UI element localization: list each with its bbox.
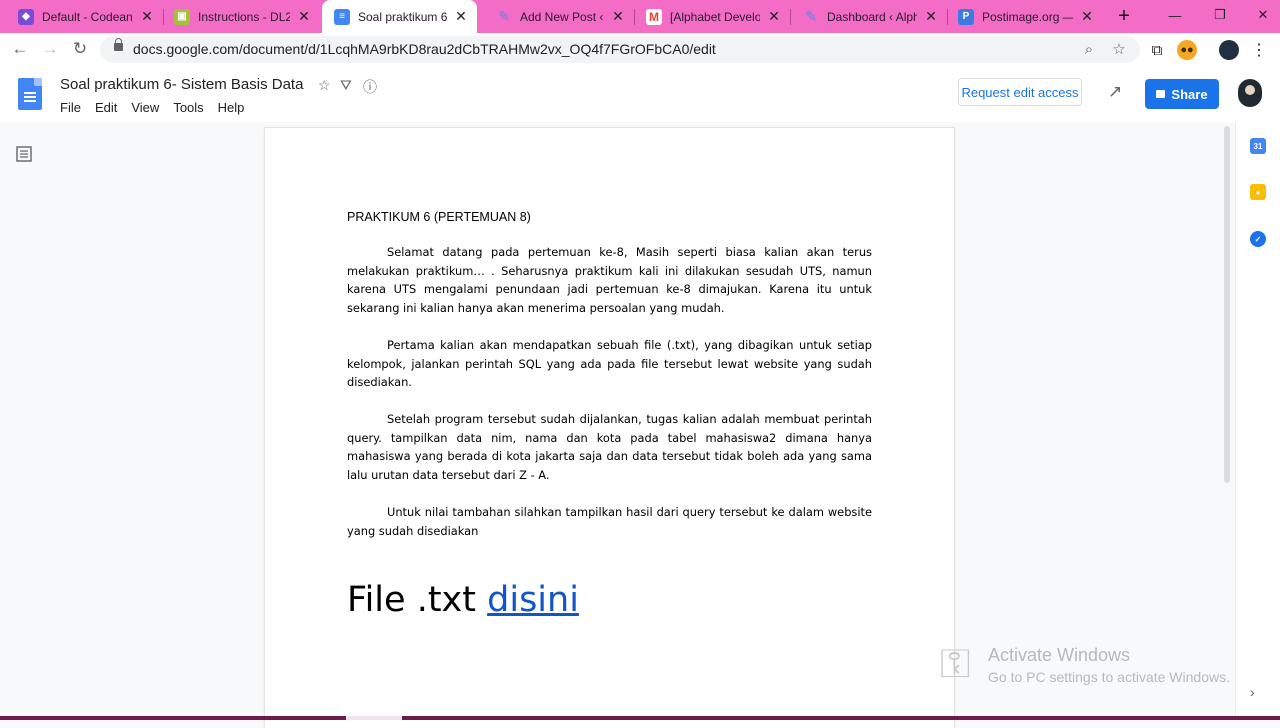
new-tab-button[interactable]: +	[1114, 6, 1134, 26]
restore-icon[interactable]: ❐	[1205, 0, 1235, 30]
document-heading: PRAKTIKUM 6 (PERTEMUAN 8)	[347, 210, 531, 224]
tasks-icon[interactable]: ✓	[1250, 231, 1266, 247]
tab-alphabet-develop[interactable]: M [Alphabet Develop ✕	[628, 0, 790, 33]
tab-title: Soal praktikum 6- S	[358, 9, 447, 24]
tab-dashboard[interactable]: ✎ Dashboard ‹ Alpha ✕	[785, 0, 947, 33]
tab-title: Add New Post ‹ Alp	[520, 9, 604, 24]
tab-title: Postimage.org — f	[982, 9, 1073, 24]
menu-file[interactable]: File	[60, 100, 81, 115]
key-icon: ⚿	[940, 642, 971, 686]
watermark-title: Activate Windows	[988, 645, 1131, 665]
google-docs-icon: ≡	[334, 8, 350, 25]
share-label: Share	[1171, 86, 1208, 102]
share-button[interactable]: Share	[1145, 79, 1219, 109]
lock-icon	[1156, 90, 1166, 98]
side-panel: 31 ● ✓ ›	[1235, 122, 1280, 720]
codeanywhere-icon: ◆	[18, 8, 34, 25]
wordpress-icon: ✎	[498, 8, 510, 24]
activity-trend-icon[interactable]: ↗	[1108, 82, 1122, 102]
gmail-icon: M	[646, 8, 662, 25]
tab-strip: ◆ Default - Codeanyw ✕ ▣ Instructions - …	[0, 0, 1280, 33]
taskbar-edge	[0, 716, 1280, 720]
close-icon[interactable]: ✕	[1079, 8, 1095, 25]
menu-help[interactable]: Help	[218, 100, 245, 115]
back-icon[interactable]: ←	[10, 39, 30, 59]
paragraph-4: Untuk nilai tambahan silahkan tampilkan …	[347, 505, 872, 538]
tab-title: Dashboard ‹ Alpha	[827, 9, 917, 24]
close-icon[interactable]: ✕	[923, 8, 939, 25]
reload-icon[interactable]: ↻	[70, 39, 90, 59]
docs-header: Soal praktikum 6- Sistem Basis Data ☆ ⛛ …	[0, 66, 1280, 122]
tab-codeanywhere[interactable]: ◆ Default - Codeanyw ✕	[0, 0, 163, 33]
menu-bar: File Edit View Tools Help	[60, 100, 258, 115]
tab-instructions[interactable]: ▣ Instructions - DL20 ✕	[156, 0, 320, 33]
bookmark-star-icon[interactable]: ☆	[1110, 40, 1128, 58]
url-text[interactable]: docs.google.com/document/d/1LcqhMA9rbKD8…	[133, 41, 716, 57]
star-icon[interactable]: ☆	[318, 77, 331, 94]
browser-toolbar: ← → ↻ docs.google.com/document/d/1LcqhMA…	[0, 33, 1280, 66]
paragraph-1: Selamat datang pada pertemuan ke-8, Masi…	[347, 245, 872, 315]
document-status-icon[interactable]: ⓘ	[363, 77, 377, 97]
tab-title: [Alphabet Develop	[670, 9, 760, 24]
file-label: File .txt	[347, 580, 476, 620]
close-icon[interactable]: ✕	[610, 8, 626, 25]
browser-menu-icon[interactable]: ⋮	[1251, 40, 1267, 60]
scrollbar-thumb[interactable]	[1224, 126, 1230, 483]
tab-title: Instructions - DL20	[198, 9, 290, 24]
close-icon[interactable]: ✕	[139, 8, 155, 25]
forward-icon[interactable]: →	[40, 39, 60, 59]
tab-add-new-post[interactable]: ✎ Add New Post ‹ Alp ✕	[478, 0, 634, 33]
paragraph-2: Pertama kalian akan mendapatkan sebuah f…	[347, 338, 872, 390]
file-link-line: File .txt disini	[347, 580, 579, 620]
menu-view[interactable]: View	[131, 100, 159, 115]
drive-shortcut-icon[interactable]: ⛛	[340, 77, 352, 94]
account-avatar[interactable]	[1238, 79, 1262, 107]
menu-tools[interactable]: Tools	[173, 100, 203, 115]
address-bar[interactable]: docs.google.com/document/d/1LcqhMA9rbKD8…	[100, 36, 1140, 63]
profile-avatar[interactable]	[1219, 40, 1239, 60]
cast-extension-icon[interactable]: ⧉	[1147, 40, 1167, 60]
calendar-icon[interactable]: 31	[1250, 138, 1266, 154]
close-icon[interactable]: ✕	[766, 8, 782, 25]
keep-icon[interactable]: ●	[1250, 184, 1266, 200]
close-icon[interactable]: ✕	[453, 8, 469, 25]
file-download-link[interactable]: disini	[487, 580, 579, 620]
document-scrollbar[interactable]	[1221, 122, 1233, 720]
tab-title: Default - Codeanyw	[42, 9, 133, 24]
postimage-icon: P	[958, 8, 974, 25]
chevron-right-icon[interactable]: ›	[1250, 684, 1255, 700]
watermark-subtitle: Go to PC settings to activate Windows.	[988, 669, 1230, 685]
tab-postimage[interactable]: P Postimage.org — f ✕	[940, 0, 1103, 33]
google-docs-logo-icon[interactable]	[18, 78, 42, 110]
zoom-search-icon[interactable]: ⌕	[1080, 40, 1098, 58]
paragraph-3: Setelah program tersebut sudah dijalanka…	[347, 412, 872, 482]
owl-extension-icon[interactable]: ●●	[1177, 40, 1197, 60]
lock-icon[interactable]	[114, 38, 123, 51]
menu-edit[interactable]: Edit	[95, 100, 117, 115]
tab-soal-praktikum[interactable]: ≡ Soal praktikum 6- S ✕	[322, 0, 477, 33]
minimize-icon[interactable]: —	[1160, 0, 1190, 30]
document-page[interactable]: PRAKTIKUM 6 (PERTEMUAN 8) Selamat datang…	[265, 128, 954, 728]
request-edit-access-button[interactable]: Request edit access	[958, 78, 1082, 106]
window-close-icon[interactable]: ✕	[1248, 0, 1278, 30]
document-outline-icon[interactable]	[16, 146, 32, 162]
close-icon[interactable]: ✕	[296, 8, 312, 25]
wordpress-icon: ✎	[805, 8, 817, 24]
classroom-icon: ▣	[174, 8, 190, 25]
document-title[interactable]: Soal praktikum 6- Sistem Basis Data	[60, 76, 303, 93]
